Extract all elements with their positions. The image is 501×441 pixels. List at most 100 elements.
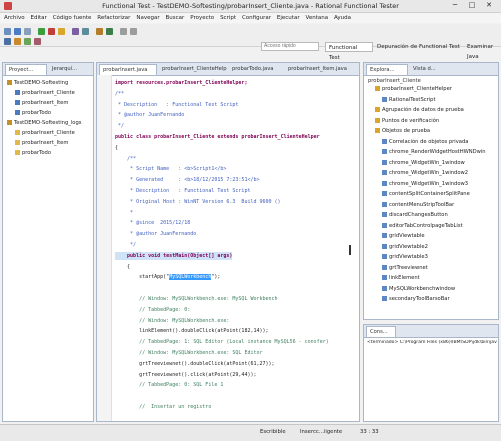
menu-configurar[interactable]: Configurar bbox=[242, 13, 271, 23]
explorer-tree-item[interactable]: chrome_WidgetWin_1window bbox=[382, 159, 465, 167]
explorer-tree-item[interactable]: chrome_WidgetWin_1window2 bbox=[382, 169, 468, 177]
tab-probarinsert[interactable]: probarInsert.java bbox=[99, 64, 157, 75]
tree-item-label: gridViewtable3 bbox=[389, 254, 428, 260]
save-all-icon[interactable] bbox=[24, 28, 31, 35]
tab-projects[interactable]: Proyect... bbox=[5, 64, 47, 75]
project-tree-item[interactable]: probarTodo bbox=[15, 149, 51, 157]
project-tree-item[interactable]: probarInsert_Item bbox=[15, 139, 68, 147]
tab-cliente-helper[interactable]: probarInsert_ClienteHelper.java bbox=[159, 64, 227, 75]
code-line: // TabbedPage: 1: SQL Editor (Local inst… bbox=[115, 339, 329, 346]
close-button[interactable]: ✕ bbox=[482, 1, 496, 10]
open-type-icon[interactable] bbox=[4, 38, 11, 45]
project-tree-item[interactable]: probarInsert_Item bbox=[15, 99, 68, 107]
tab-hierarchy[interactable]: Jerarquí... bbox=[49, 64, 89, 75]
debug-icon[interactable] bbox=[58, 28, 65, 35]
script-icon bbox=[15, 110, 20, 115]
explorer-tree-item[interactable]: Objetos de prueba bbox=[375, 127, 430, 135]
code-line: // Window: MySQLWorkbench.exe: bbox=[115, 317, 230, 324]
forward-icon[interactable] bbox=[130, 28, 137, 35]
tree-item-label: gridViewtable2 bbox=[389, 243, 428, 250]
explorer-tree-item[interactable]: gridViewtable3 bbox=[382, 253, 428, 261]
code-area[interactable]: import resources.probarInsert_ClienteHel… bbox=[97, 79, 359, 419]
project-tree-item[interactable]: probarTodo bbox=[15, 109, 51, 117]
record-icon[interactable] bbox=[48, 28, 55, 35]
run-icon[interactable] bbox=[38, 28, 45, 35]
code-line: // TabbedPage: 0: SQL File 1 bbox=[115, 382, 224, 389]
menu-ventana[interactable]: Ventana bbox=[306, 13, 329, 23]
explorer-tree-item[interactable]: contentSplitContainerSplitPane bbox=[382, 190, 470, 198]
tree-item-label: contentMenuStripToolBar bbox=[389, 201, 455, 208]
quick-access-input[interactable] bbox=[261, 42, 319, 51]
menu-navegar[interactable]: Navegar bbox=[136, 13, 159, 23]
code-line: // Insertar un registro bbox=[115, 404, 212, 410]
explorer-tree-item[interactable]: Correlación de objetos privada bbox=[382, 138, 468, 146]
explorer-tree-item[interactable]: RationalTestScript bbox=[382, 96, 436, 104]
code-line: */ bbox=[115, 242, 137, 248]
explorer-tree-item[interactable]: contentMenuStripToolBar bbox=[382, 201, 454, 209]
explorer-tree-item[interactable]: probarInsert_ClienteHelper bbox=[375, 85, 452, 93]
perspective-functional-test[interactable]: Functional Test bbox=[325, 42, 373, 61]
menu-proyecto[interactable]: Proyecto bbox=[190, 13, 214, 23]
script-icon[interactable] bbox=[72, 28, 79, 35]
tab-data-view[interactable]: Vista d... bbox=[410, 64, 450, 75]
tab-script-explorer[interactable]: Explora... bbox=[366, 64, 408, 75]
project-tree-item[interactable]: TestDEMO-Softesting_logs bbox=[7, 119, 81, 127]
script-explorer-panel: Explora... Vista d... probarInsert_Clien… bbox=[363, 62, 499, 320]
project-tabbar: Proyect... Jerarquí... bbox=[3, 63, 93, 76]
save-icon[interactable] bbox=[14, 28, 21, 35]
menu-ejecutar[interactable]: Ejecutar bbox=[277, 13, 300, 23]
test-object-icon bbox=[382, 212, 387, 217]
menu-codigo-fuente[interactable]: Código fuente bbox=[53, 13, 92, 23]
explorer-root[interactable]: probarInsert_Cliente bbox=[368, 77, 421, 85]
perspective-debug-functional-test[interactable]: Depuración de Functional Test bbox=[374, 42, 464, 52]
mark-icon[interactable] bbox=[24, 38, 31, 45]
selected-text: MySQLWorkbench bbox=[169, 274, 212, 281]
class-icon[interactable] bbox=[106, 28, 113, 35]
explorer-tree-item[interactable]: gridViewtable2 bbox=[382, 243, 428, 251]
next-annotation-icon[interactable] bbox=[34, 38, 41, 45]
test-object-icon bbox=[382, 159, 387, 165]
open-task-icon[interactable] bbox=[14, 38, 21, 45]
project-tree-item[interactable]: probarInsert_Cliente bbox=[15, 129, 75, 137]
code-line: // Window: MySQLWorkbench.exe: SQL Edito… bbox=[115, 350, 263, 356]
menu-ayuda[interactable]: Ayuda bbox=[334, 13, 351, 23]
project-tree-item[interactable]: TestDEMO-Softesting bbox=[7, 79, 68, 87]
package-icon[interactable] bbox=[96, 28, 103, 35]
minimize-button[interactable]: ─ bbox=[448, 1, 462, 10]
project-panel: Proyect... Jerarquí... TestDEMO-Softesti… bbox=[2, 62, 94, 422]
code-line: * @author JuanFernando bbox=[115, 112, 185, 119]
tree-item-label: probarInsert_Item bbox=[22, 100, 69, 106]
explorer-tree-item[interactable]: grtTreeviewnet bbox=[382, 264, 428, 272]
explorer-tree-item[interactable]: chrome_RenderWidgetHostHWNDwin bbox=[382, 148, 486, 156]
test-object-icon bbox=[382, 254, 387, 259]
tree-item-label: TestDEMO-Softesting bbox=[14, 80, 69, 86]
back-icon[interactable] bbox=[120, 28, 127, 35]
menu-script[interactable]: Script bbox=[220, 13, 236, 23]
tab-probarinsert-item[interactable]: probarInsert_Item.java bbox=[285, 64, 355, 75]
code-line: * @since 2015/12/18 bbox=[115, 220, 191, 227]
tree-item-label: chrome_WidgetWin_1window3 bbox=[389, 180, 469, 187]
menu-editar[interactable]: Editar bbox=[30, 13, 46, 23]
explorer-tree-item[interactable]: Agrupación de datos de prueba bbox=[375, 106, 464, 114]
explorer-tree-item[interactable]: secondaryToolBarsoBar bbox=[382, 295, 450, 303]
explorer-tree-item[interactable]: discardChangesButton bbox=[382, 211, 448, 219]
explorer-tree-item[interactable]: gridViewtable bbox=[382, 232, 425, 240]
explorer-tree-item[interactable]: editorTabControlpageTabList bbox=[382, 222, 463, 230]
new-icon[interactable] bbox=[4, 28, 11, 35]
tab-console[interactable]: Cons... bbox=[366, 326, 396, 337]
explorer-tree-item[interactable]: MySQLWorkbenchwindow bbox=[382, 285, 455, 293]
maximize-button[interactable]: □ bbox=[465, 1, 479, 10]
project-tree-item[interactable]: probarInsert_Cliente bbox=[15, 89, 75, 97]
project-icon bbox=[7, 120, 12, 125]
menu-buscar[interactable]: Buscar bbox=[166, 13, 185, 23]
folder-icon bbox=[375, 86, 380, 91]
menu-archivo[interactable]: Archivo bbox=[4, 13, 25, 23]
tab-probartodo[interactable]: probarTodo.java bbox=[229, 64, 283, 75]
code-line: * bbox=[115, 209, 134, 216]
search-icon[interactable] bbox=[82, 28, 89, 35]
explorer-tree-item[interactable]: chrome_WidgetWin_1window3 bbox=[382, 180, 468, 188]
perspective-java-browsing[interactable]: Examinar Java bbox=[464, 42, 501, 60]
explorer-tree-item[interactable]: Puntos de verificación bbox=[375, 117, 439, 125]
menu-refactorizar[interactable]: Refactorizar bbox=[97, 13, 130, 23]
explorer-tree-item[interactable]: linkElement bbox=[382, 274, 420, 282]
